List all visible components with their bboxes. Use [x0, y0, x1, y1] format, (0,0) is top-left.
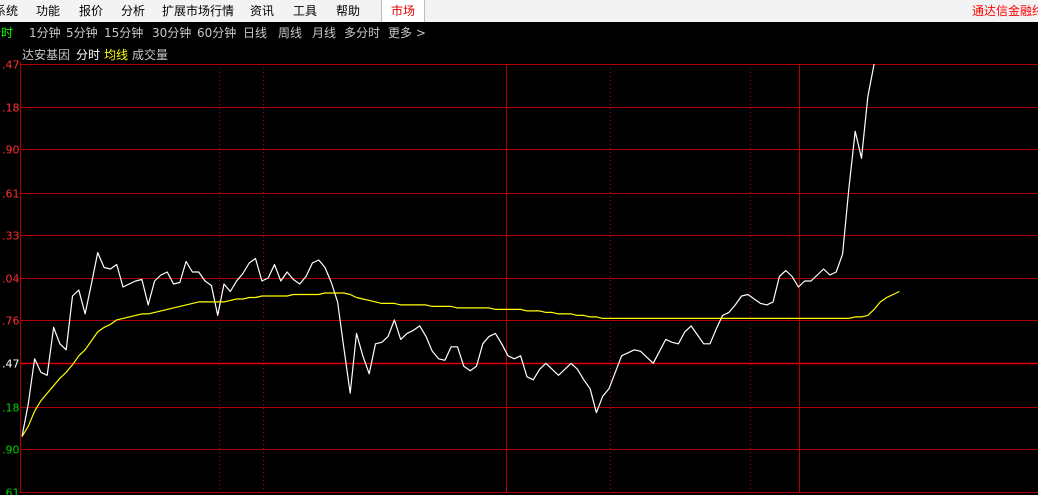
y-tick-label: .47 — [2, 59, 20, 72]
y-tick-label: .04 — [2, 273, 20, 286]
y-tick-label: .47 — [2, 358, 20, 371]
legend-volume-label: 成交量 — [132, 48, 169, 62]
chart-series — [21, 63, 900, 437]
stock-name: 达安基因 — [22, 48, 71, 62]
legend-avg-label: 均线 — [104, 48, 129, 62]
y-tick-label: .33 — [2, 230, 20, 243]
y-tick-label: .18 — [2, 402, 20, 415]
y-tick-label: .61 — [2, 487, 20, 495]
y-tick-label: .61 — [2, 188, 20, 201]
intraday-chart[interactable]: .47 .18 .90 .61 .33 .04 .76 .47 .18 .90 .61 — [0, 0, 1038, 495]
chart-grid — [20, 62, 1038, 493]
y-tick-label: .76 — [2, 315, 20, 328]
chart-legend: 达安基因 分时 均线 成交量 — [22, 47, 168, 63]
y-tick-label: .90 — [2, 444, 20, 457]
y-axis-ticks: .47 .18 .90 .61 .33 .04 .76 .47 .18 .90 .61 — [2, 59, 20, 495]
y-tick-label: .90 — [2, 144, 20, 157]
price-line — [21, 63, 875, 437]
y-tick-label: .18 — [2, 102, 20, 115]
legend-price-label: 分时 — [76, 48, 101, 62]
